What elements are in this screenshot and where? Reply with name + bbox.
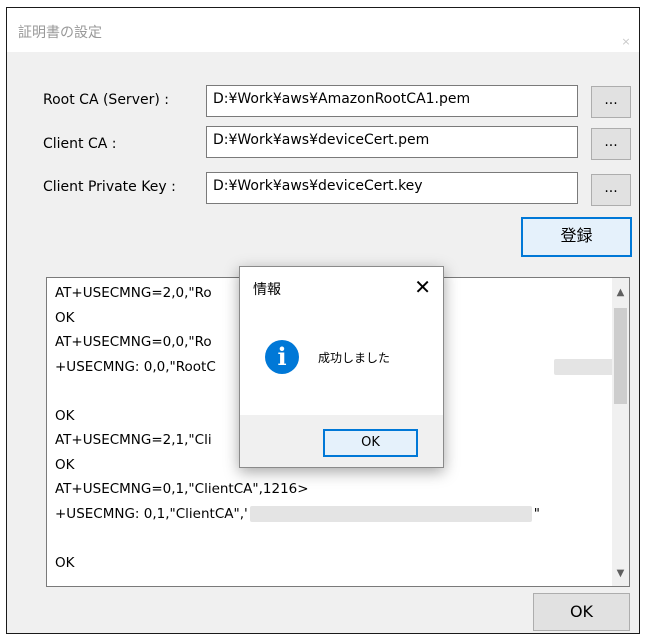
dialog-title: 情報 <box>253 282 281 298</box>
dialog-message: 成功しました <box>318 351 391 365</box>
client-ca-label: Client CA : <box>43 136 117 152</box>
client-ca-browse-button[interactable]: ... <box>591 128 631 160</box>
root-ca-label: Root CA (Server) : <box>43 92 169 108</box>
client-ca-path-field[interactable]: D:¥Work¥aws¥deviceCert.pem <box>206 126 578 158</box>
root-ca-path-field[interactable]: D:¥Work¥aws¥AmazonRootCA1.pem <box>206 85 578 117</box>
client-private-key-browse-button[interactable]: ... <box>591 174 631 206</box>
register-button[interactable]: 登録 <box>521 217 632 257</box>
root-ca-browse-button[interactable]: ... <box>591 86 631 118</box>
client-private-key-label: Client Private Key : <box>43 179 176 195</box>
scroll-down-arrow-icon[interactable]: ▼ <box>612 565 629 582</box>
window-title: 証明書の設定 <box>18 25 102 41</box>
scroll-thumb[interactable] <box>614 308 627 404</box>
log-line: OK <box>55 554 75 571</box>
redacted-blur <box>249 505 532 522</box>
info-icon: i <box>265 340 299 374</box>
title-bar: 証明書の設定 × <box>7 8 639 52</box>
scroll-up-arrow-icon[interactable]: ▲ <box>612 284 629 301</box>
log-line: AT+USECMNG=0,1,"ClientCA",1216> <box>55 481 309 497</box>
log-line: +USECMNG: 0,1,"ClientCA",' " <box>55 505 540 522</box>
dialog-close-icon[interactable]: ✕ <box>414 273 431 301</box>
window-close-icon[interactable]: × <box>615 32 637 52</box>
dialog-ok-button[interactable]: OK <box>323 429 418 457</box>
log-scrollbar[interactable]: ▲ ▼ <box>612 278 629 586</box>
client-private-key-path-field[interactable]: D:¥Work¥aws¥deviceCert.key <box>206 172 578 204</box>
info-message-box: 情報 ✕ i 成功しました OK <box>239 266 444 468</box>
dialog-footer: OK <box>240 415 443 467</box>
ok-button[interactable]: OK <box>533 593 630 631</box>
